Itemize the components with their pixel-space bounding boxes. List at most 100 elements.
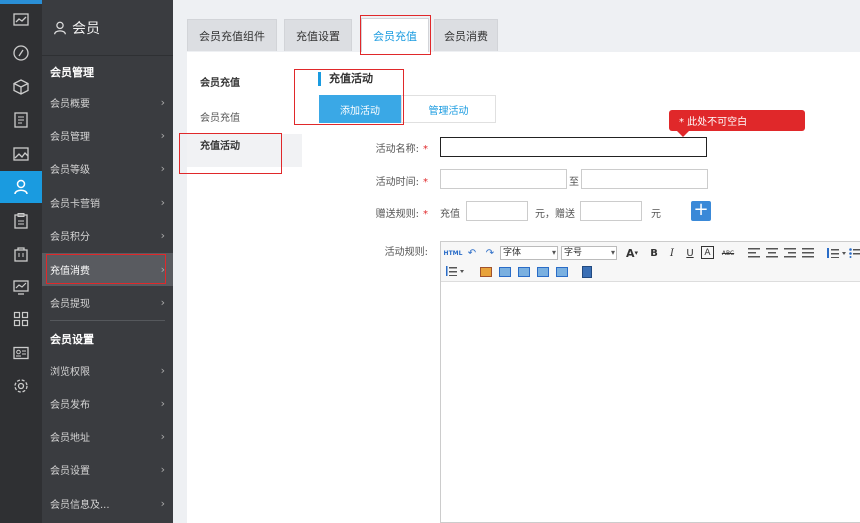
align-justify-icon[interactable]: [801, 247, 815, 259]
html-source-button[interactable]: HTML: [444, 246, 463, 260]
tab-member-consumption[interactable]: 会员消费: [434, 19, 498, 51]
gift-rule-label: 赠送规则: *: [348, 205, 428, 220]
content-panel: 会员充值 会员充值 充值活动 充值活动 添加活动 管理活动 * 此处不可空白 活…: [187, 52, 860, 523]
chevron-down-icon: ▾: [634, 249, 639, 257]
activity-time-label-text: 活动时间:: [375, 177, 419, 188]
align-left-icon[interactable]: [747, 247, 761, 259]
recharge-amount-input[interactable]: [466, 201, 528, 221]
underline-button[interactable]: U: [683, 246, 697, 260]
unordered-list-icon[interactable]: [849, 247, 860, 259]
activity-name-input[interactable]: [440, 137, 707, 157]
tab-bar: 会员充值组件 充值设置 会员充值 会员消费: [173, 0, 860, 52]
cube-icon[interactable]: [0, 71, 42, 103]
font-color-button[interactable]: A ▾: [623, 246, 641, 260]
italic-button[interactable]: I: [665, 246, 679, 260]
menu-item-member-points[interactable]: 会员积分 ›: [42, 219, 173, 252]
tab-member-recharge[interactable]: 会员充值: [361, 18, 429, 52]
tab-recharge-component[interactable]: 会员充值组件: [187, 19, 277, 51]
disc-icon[interactable]: [0, 37, 42, 69]
chevron-right-icon: ›: [160, 196, 165, 209]
ordered-list-icon[interactable]: [827, 247, 847, 259]
chevron-right-icon: ›: [160, 364, 165, 377]
menu-item-member-management[interactable]: 会员管理 ›: [42, 119, 173, 152]
chevron-right-icon: ›: [160, 129, 165, 142]
time-range-separator: 至: [569, 177, 579, 188]
start-date-input[interactable]: [440, 169, 567, 189]
form-area: 充值活动 添加活动 管理活动 * 此处不可空白 活动名称: * 活动时间: * 至 …: [302, 52, 860, 523]
bag-icon[interactable]: [0, 238, 42, 270]
chevron-right-icon: ›: [160, 229, 165, 242]
menu-item-member-withdrawal[interactable]: 会员提现 ›: [42, 286, 173, 319]
font-family-select[interactable]: 字体 ▾: [500, 246, 558, 260]
menu-item-label: 会员概要: [50, 99, 90, 110]
line-height-icon[interactable]: [446, 265, 466, 277]
activity-time-label: 活动时间: *: [348, 173, 428, 188]
required-mark: *: [423, 144, 428, 155]
align-right-icon[interactable]: [783, 247, 797, 259]
settings-icon[interactable]: [0, 370, 42, 402]
font-size-select[interactable]: 字号 ▾: [561, 246, 617, 260]
editor-body[interactable]: [441, 282, 860, 522]
id-card-icon[interactable]: [0, 337, 42, 369]
menu-item-label: 会员等级: [50, 165, 90, 176]
menu-item-member-level[interactable]: 会员等级 ›: [42, 152, 173, 185]
sub-nav-item-member-recharge[interactable]: 会员充值: [200, 109, 240, 124]
menu-item-label: 会员管理: [50, 132, 90, 143]
member-icon: [54, 21, 66, 34]
menu-item-label: 会员积分: [50, 232, 90, 243]
float-left-icon[interactable]: [499, 267, 511, 277]
insert-image-icon[interactable]: [480, 267, 492, 277]
menu-section-member-settings: 会员设置: [50, 333, 94, 346]
menu-item-member-card-marketing[interactable]: 会员卡营销 ›: [42, 186, 173, 219]
required-mark: *: [423, 209, 428, 220]
chevron-down-icon: ▾: [551, 248, 556, 257]
align-center-icon[interactable]: [765, 247, 779, 259]
menu-item-label: 充值消费: [50, 266, 90, 277]
redo-icon[interactable]: ↷: [483, 246, 497, 260]
add-rule-button[interactable]: +: [691, 201, 711, 221]
manage-activity-button[interactable]: 管理活动: [401, 95, 496, 123]
image-icon[interactable]: [0, 138, 42, 170]
menu-item-label: 会员提现: [50, 299, 90, 310]
gift-recharge-text: 充值: [440, 209, 460, 220]
activity-name-label-text: 活动名称:: [375, 144, 419, 155]
menu-item-member-info[interactable]: 会员信息及... ›: [42, 487, 173, 520]
sub-nav: 会员充值 会员充值 充值活动: [187, 52, 302, 523]
float-center-icon[interactable]: [556, 267, 568, 277]
menu-title-label: 会员: [72, 20, 100, 37]
chart-icon[interactable]: [0, 4, 42, 36]
member-icon[interactable]: [0, 171, 42, 203]
font-color-glyph: A: [625, 246, 635, 260]
add-activity-button[interactable]: 添加活动: [319, 95, 401, 123]
float-none-icon[interactable]: [537, 267, 549, 277]
float-right-icon[interactable]: [518, 267, 530, 277]
bold-button[interactable]: B: [647, 246, 661, 260]
clipboard-icon[interactable]: [0, 205, 42, 237]
grid-icon[interactable]: [0, 303, 42, 335]
sub-nav-item-recharge-activity[interactable]: 充值活动: [187, 134, 302, 167]
undo-icon[interactable]: ↶: [465, 246, 479, 260]
menu-title: 会员: [42, 0, 173, 56]
menu-section-member-management: 会员管理: [50, 66, 94, 79]
gift-mid-text: 元，赠送: [535, 209, 575, 220]
rich-text-editor[interactable]: HTML ↶ ↷ 字体 ▾ 字号 ▾ A ▾ B I U A ABC: [440, 241, 860, 523]
menu-item-browse-permissions[interactable]: 浏览权限 ›: [42, 354, 173, 387]
strikethrough-button[interactable]: ABC: [719, 246, 737, 260]
menu-item-recharge-consumption[interactable]: 充值消费 ›: [42, 253, 173, 286]
menu-item-member-overview[interactable]: 会员概要 ›: [42, 86, 173, 119]
background-color-button[interactable]: A: [701, 246, 714, 259]
tab-recharge-settings[interactable]: 充值设置: [284, 19, 352, 51]
insert-file-icon[interactable]: [582, 266, 592, 278]
gift-amount-input[interactable]: [580, 201, 642, 221]
menu-divider: [50, 320, 165, 321]
monitor-chart-icon[interactable]: [0, 271, 42, 303]
menu-item-member-address[interactable]: 会员地址 ›: [42, 420, 173, 453]
gift-unit-text: 元: [651, 209, 661, 220]
end-date-input[interactable]: [581, 169, 708, 189]
document-icon[interactable]: [0, 104, 42, 136]
menu-item-member-settings[interactable]: 会员设置 ›: [42, 453, 173, 486]
menu-item-member-publish[interactable]: 会员发布 ›: [42, 387, 173, 420]
main-area: 会员充值组件 充值设置 会员充值 会员消费 会员充值 会员充值 充值活动 充值活…: [173, 0, 860, 523]
chevron-right-icon: ›: [160, 96, 165, 109]
menu-sidebar: 会员 会员管理 会员概要 › 会员管理 › 会员等级 › 会员卡营销 › 会员积…: [42, 0, 173, 523]
